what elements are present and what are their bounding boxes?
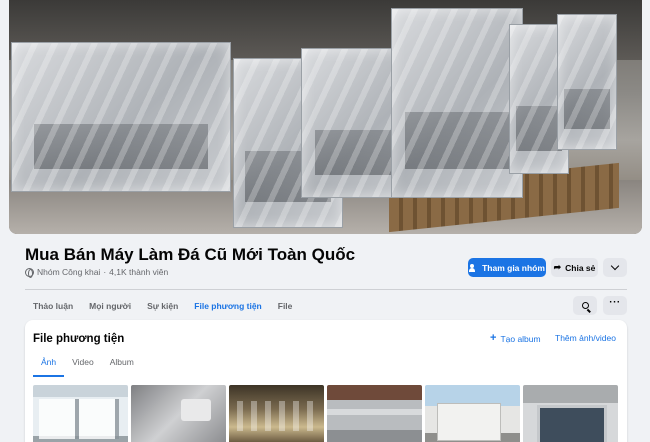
ice-machine-image bbox=[391, 8, 523, 198]
people-icon bbox=[469, 263, 478, 272]
tab-events[interactable]: Sự kiện bbox=[139, 292, 186, 322]
subtab-videos[interactable]: Video bbox=[64, 352, 102, 377]
media-card: File phương tiện + Tạo album Thêm ảnh/vi… bbox=[25, 320, 627, 442]
photo-thumbnail[interactable] bbox=[229, 385, 324, 442]
search-icon bbox=[581, 302, 589, 309]
media-subtabs: Ảnh Video Album bbox=[33, 352, 142, 377]
join-group-button[interactable]: Tham gia nhóm bbox=[468, 258, 546, 277]
group-member-count[interactable]: 4,1K thành viên bbox=[109, 267, 168, 277]
more-dots-icon: ··· bbox=[609, 297, 621, 308]
header-divider bbox=[25, 289, 627, 290]
search-button[interactable] bbox=[573, 296, 597, 315]
photo-thumbnail[interactable] bbox=[33, 385, 128, 442]
ice-machine-image bbox=[557, 14, 617, 150]
more-button[interactable]: ··· bbox=[603, 296, 627, 315]
share-arrow-icon: ➦ bbox=[553, 262, 562, 272]
group-title: Mua Bán Máy Làm Đá Cũ Mới Toàn Quốc bbox=[25, 245, 356, 264]
photo-thumbnail[interactable] bbox=[327, 385, 422, 442]
photo-thumbnail[interactable] bbox=[425, 385, 520, 442]
plus-icon: + bbox=[490, 332, 497, 344]
globe-icon bbox=[25, 267, 34, 278]
ice-machine-image bbox=[11, 42, 231, 192]
create-album-label: Tạo album bbox=[500, 333, 541, 344]
tab-discussion[interactable]: Thảo luận bbox=[25, 292, 81, 322]
group-tabs: Thảo luận Mọi người Sự kiện File phương … bbox=[25, 292, 300, 322]
subtab-albums[interactable]: Album bbox=[102, 352, 142, 377]
meta-separator: · bbox=[103, 267, 107, 277]
add-media-label: Thêm ảnh/video bbox=[555, 333, 616, 343]
cover-photo[interactable] bbox=[9, 0, 642, 234]
group-privacy[interactable]: Nhóm Công khai bbox=[37, 267, 100, 277]
photo-thumbnail[interactable] bbox=[131, 385, 226, 442]
create-album-link[interactable]: + Tạo album bbox=[490, 333, 541, 344]
tab-media[interactable]: File phương tiện bbox=[186, 292, 271, 322]
tab-files[interactable]: File bbox=[270, 292, 301, 322]
tab-people[interactable]: Mọi người bbox=[81, 292, 139, 322]
photo-thumbnail[interactable] bbox=[523, 385, 618, 442]
chevron-down-icon bbox=[610, 261, 620, 271]
group-meta: Nhóm Công khai · 4,1K thành viên bbox=[25, 267, 168, 278]
share-label: Chia sẻ bbox=[565, 262, 596, 273]
share-button[interactable]: ➦ Chia sẻ bbox=[551, 258, 598, 277]
photo-grid bbox=[33, 385, 618, 442]
join-group-label: Tham gia nhóm bbox=[482, 262, 545, 273]
more-options-dropdown-button[interactable] bbox=[603, 258, 627, 277]
media-card-title: File phương tiện bbox=[33, 333, 125, 345]
add-media-link[interactable]: Thêm ảnh/video bbox=[555, 333, 616, 343]
subtab-photos[interactable]: Ảnh bbox=[33, 352, 65, 377]
